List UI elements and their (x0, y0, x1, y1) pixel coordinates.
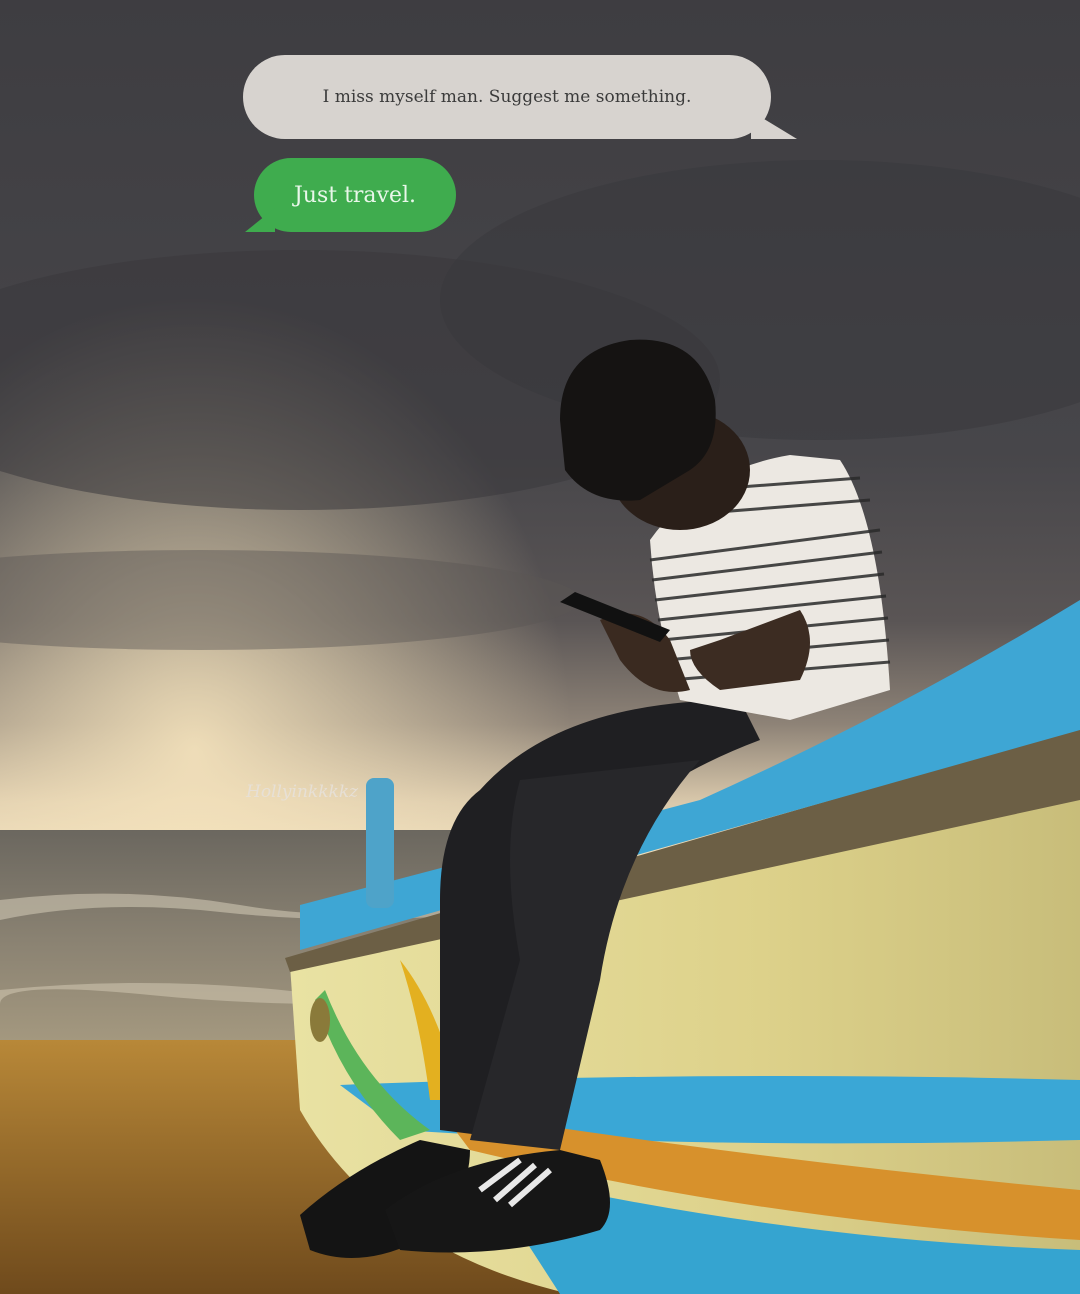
watermark: Hollyinkkkkz (246, 782, 359, 802)
sent-message-bubble: Just travel. (245, 158, 456, 232)
photo-scene: I miss myself man. Suggest me something.… (0, 0, 1080, 1294)
sent-message-text: Just travel. (293, 182, 417, 208)
photo-illustration (0, 0, 1080, 1294)
received-message-bubble: I miss myself man. Suggest me something. (243, 55, 797, 139)
received-message-text: I miss myself man. Suggest me something. (322, 87, 692, 107)
